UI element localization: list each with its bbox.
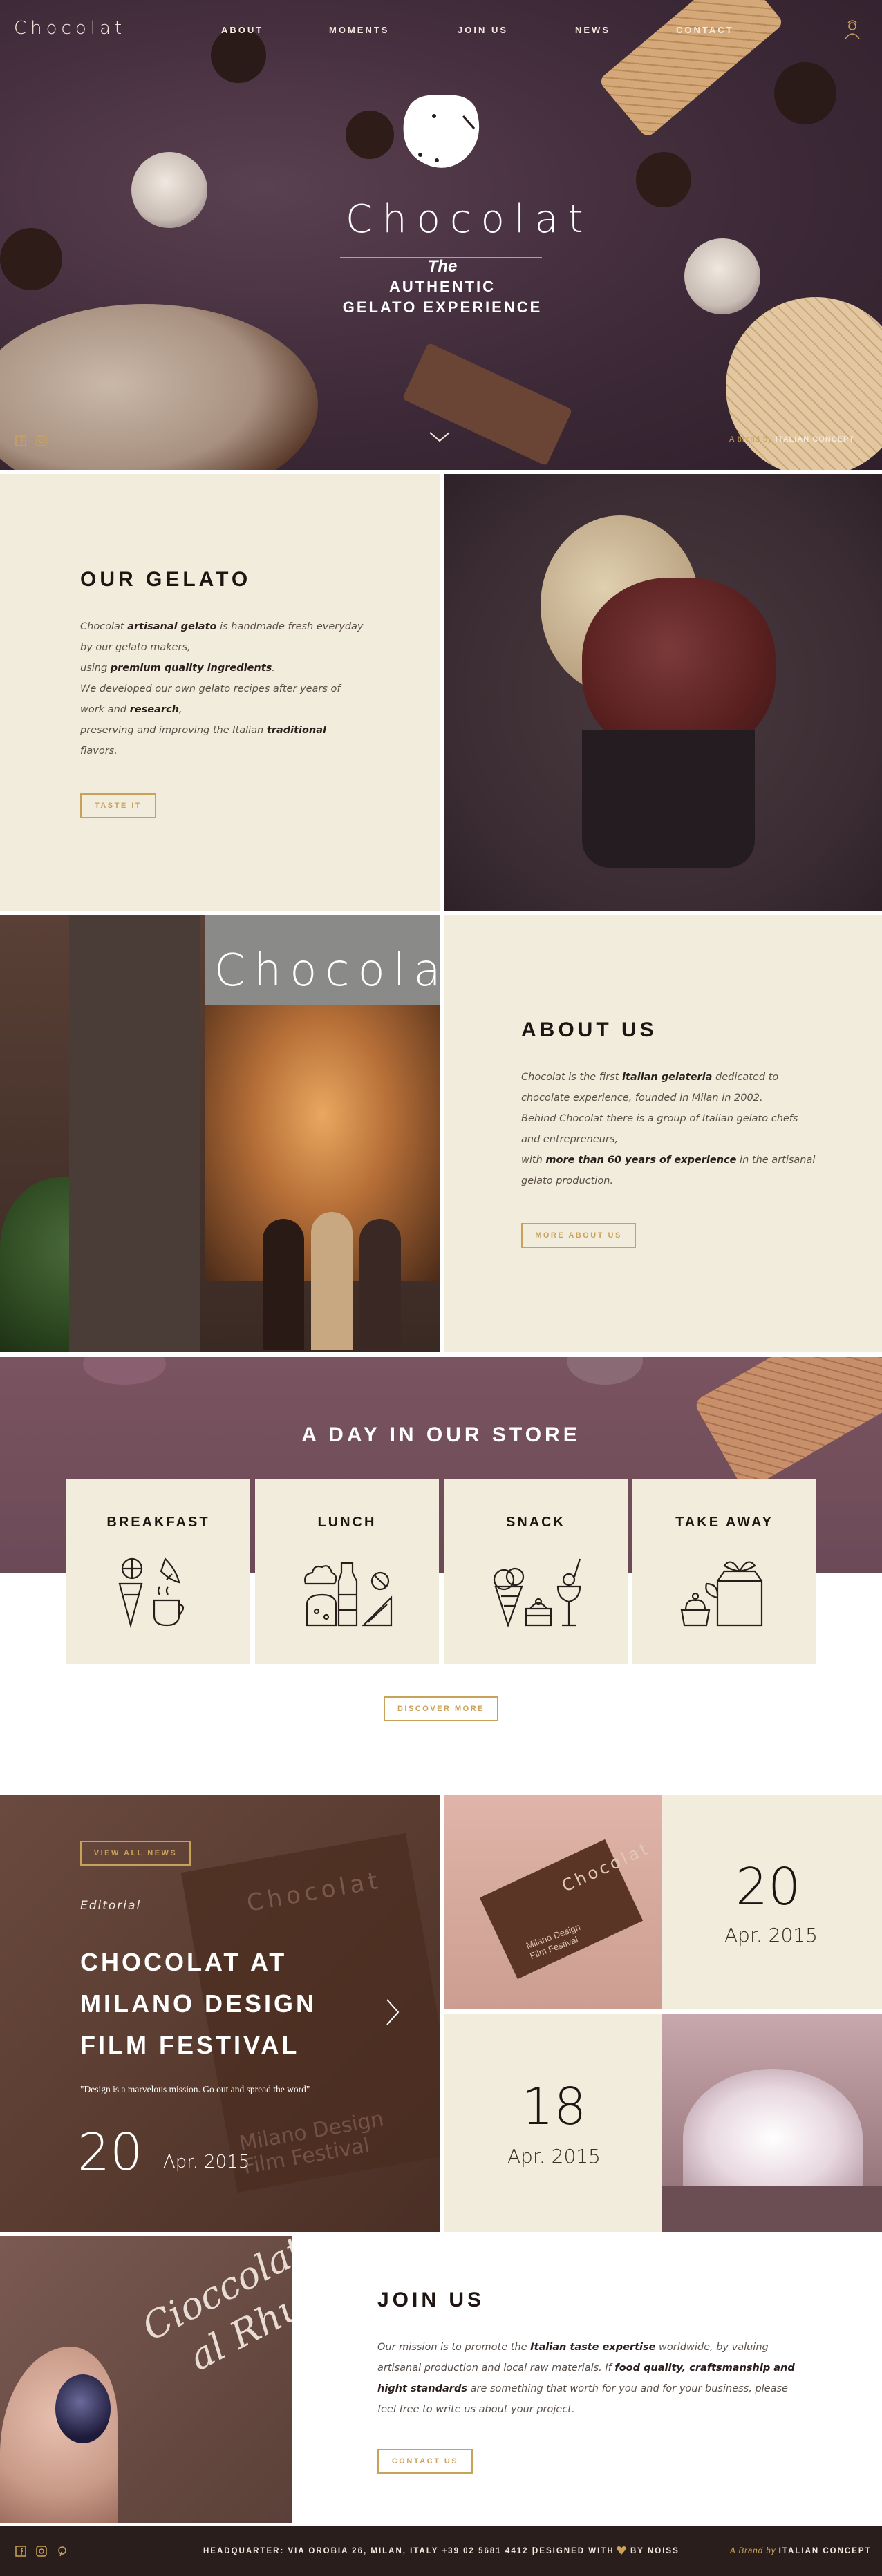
news-tile-2[interactable]: 18 Apr. 2015 bbox=[444, 2014, 662, 2232]
hero-logo: Chocolat bbox=[346, 197, 593, 242]
news-tile-1[interactable]: 20 Apr. 2015 bbox=[662, 1795, 882, 2009]
news-tile-2-image[interactable] bbox=[662, 2014, 882, 2232]
join-us-section: JOIN US Our mission is to promote the It… bbox=[292, 2236, 882, 2523]
facebook-icon[interactable] bbox=[15, 435, 26, 446]
truffle-image bbox=[567, 1357, 643, 1385]
chef-icon[interactable] bbox=[842, 19, 863, 40]
mascot-icon bbox=[394, 88, 491, 177]
heart-icon bbox=[617, 2546, 626, 2555]
footer-brand-prefix: A Brand by bbox=[730, 2547, 776, 2555]
featured-news[interactable]: Chocolat Milano Design Film Festival VIE… bbox=[0, 1795, 440, 2232]
hero-tagline: AUTHENTIC GELATO EXPERIENCE bbox=[325, 276, 560, 318]
news-day: 20 bbox=[77, 2123, 143, 2182]
chocolate-drop-image-5 bbox=[0, 228, 62, 290]
hero-tagline-1: AUTHENTIC bbox=[388, 278, 496, 295]
waffle-cone-image bbox=[598, 0, 785, 139]
about-title: ABOUT US bbox=[521, 1019, 657, 1041]
taste-it-button[interactable]: TASTE IT bbox=[80, 793, 156, 818]
snack-icon bbox=[493, 1558, 581, 1628]
nav-join-us[interactable]: JOIN US bbox=[458, 25, 508, 35]
gelato-cup-image bbox=[444, 474, 882, 911]
view-all-news-button[interactable]: VIEW ALL NEWS bbox=[80, 1841, 191, 1866]
instagram-icon[interactable] bbox=[36, 435, 47, 446]
news-month: Apr. 2015 bbox=[163, 2152, 250, 2172]
hero-brand-line: A brand by ITALIAN CONCEPT bbox=[729, 435, 854, 444]
tile-1-day: 20 bbox=[735, 1857, 801, 1917]
join-title: JOIN US bbox=[377, 2289, 485, 2311]
contact-us-button[interactable]: CONTACT US bbox=[377, 2449, 473, 2474]
about-us-section: ABOUT US Chocolat is the first italian g… bbox=[444, 915, 882, 1352]
lunch-icon bbox=[304, 1562, 393, 1627]
nav-contact[interactable]: CONTACT bbox=[676, 25, 734, 35]
chocolate-drop-image bbox=[83, 1357, 166, 1385]
tile-2-day: 18 bbox=[521, 2077, 587, 2137]
hero-section: Chocolat ABOUT MOMENTS JOIN US NEWS CONT… bbox=[0, 0, 882, 470]
news-tile-1-image[interactable]: Chocolat Milano Design Film Festival bbox=[444, 1795, 662, 2009]
card-lunch[interactable]: LUNCH bbox=[255, 1479, 439, 1664]
footer-brand: A Brand by ITALIAN CONCEPT bbox=[730, 2547, 872, 2555]
hero-tagline-2: GELATO EXPERIENCE bbox=[342, 299, 543, 316]
card-lunch-title: LUNCH bbox=[317, 1515, 377, 1530]
breakfast-icon bbox=[118, 1557, 185, 1629]
chocolate-drop-image-4 bbox=[636, 152, 691, 207]
news-title[interactable]: CHOCOLAT AT MILANO DESIGN FILM FESTIVAL bbox=[80, 1942, 317, 2066]
store-sign: Chocola bbox=[214, 945, 440, 996]
nav-news[interactable]: NEWS bbox=[575, 25, 610, 35]
chalk-text: Cioccolato al Rhum bbox=[135, 2236, 292, 2380]
chocolate-drop-image bbox=[211, 28, 266, 83]
hero-the: The bbox=[427, 257, 458, 276]
take-away-icon bbox=[680, 1561, 763, 1627]
news-category: Editorial bbox=[80, 1899, 142, 1913]
footer-brand-name[interactable]: ITALIAN CONCEPT bbox=[779, 2547, 872, 2555]
footer: HEADQUARTER: VIA OROBIA 26, MILAN, ITALY… bbox=[0, 2526, 882, 2576]
discover-more-button[interactable]: DISCOVER MORE bbox=[384, 1696, 498, 1721]
hero-brand-name[interactable]: ITALIAN CONCEPT bbox=[776, 435, 854, 444]
card-breakfast[interactable]: BREAKFAST bbox=[66, 1479, 250, 1664]
store-front-image: Chocola bbox=[0, 915, 440, 1352]
store-title: A DAY IN OUR STORE bbox=[301, 1423, 581, 1446]
footer-designed: DESIGNED WITH bbox=[532, 2547, 614, 2555]
card-take-away-title: TAKE AWAY bbox=[675, 1515, 773, 1530]
chocolate-drop-image-2 bbox=[774, 62, 836, 124]
truffle-image bbox=[131, 152, 207, 228]
footer-address: HEADQUARTER: VIA OROBIA 26, MILAN, ITALY… bbox=[203, 2547, 536, 2555]
nav-about[interactable]: ABOUT bbox=[221, 25, 263, 35]
instagram-icon[interactable] bbox=[36, 2546, 47, 2557]
chocolate-drop-image-3 bbox=[346, 111, 394, 159]
tile-1-month: Apr. 2015 bbox=[724, 1924, 818, 1947]
chevron-right-icon[interactable] bbox=[384, 1997, 401, 2027]
chalkboard-image: Cioccolato al Rhum bbox=[0, 2236, 292, 2523]
tile-2-month: Apr. 2015 bbox=[507, 2145, 601, 2168]
nav-logo[interactable]: Chocolat bbox=[14, 18, 126, 39]
card-snack-title: SNACK bbox=[505, 1515, 566, 1530]
pinterest-icon[interactable] bbox=[57, 2546, 68, 2557]
card-breakfast-title: BREAKFAST bbox=[106, 1515, 210, 1530]
our-gelato-section: OUR GELATO Chocolat artisanal gelato is … bbox=[0, 474, 440, 911]
gelato-title: OUR GELATO bbox=[80, 568, 252, 591]
news-quote: "Design is a marvelous mission. Go out a… bbox=[80, 2084, 310, 2094]
gelato-text: Chocolat artisanal gelato is handmade fr… bbox=[80, 621, 364, 757]
truffle-image-2 bbox=[684, 238, 760, 314]
more-about-us-button[interactable]: MORE ABOUT US bbox=[521, 1223, 636, 1248]
card-take-away[interactable]: TAKE AWAY bbox=[632, 1479, 816, 1664]
join-text: Our mission is to promote the Italian ta… bbox=[377, 2342, 795, 2415]
about-text: Chocolat is the first italian gelateria … bbox=[521, 1072, 816, 1186]
nav-moments[interactable]: MOMENTS bbox=[329, 25, 389, 35]
card-snack[interactable]: SNACK bbox=[444, 1479, 628, 1664]
footer-by[interactable]: BY NOISS bbox=[630, 2547, 679, 2555]
hero-brand-prefix: A brand by bbox=[729, 435, 773, 444]
ice-cream-scoop-image bbox=[0, 304, 318, 470]
facebook-icon[interactable] bbox=[15, 2546, 26, 2557]
waffle-cookie-image bbox=[726, 297, 882, 470]
chevron-down-icon[interactable] bbox=[426, 428, 453, 445]
chocolate-piece-image bbox=[402, 342, 573, 466]
